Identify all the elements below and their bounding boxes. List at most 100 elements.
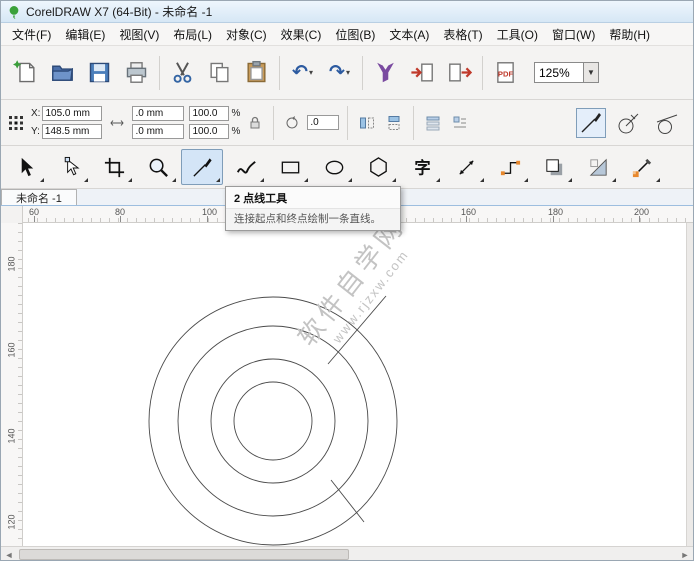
object-size-icon — [107, 107, 127, 139]
y-position-input[interactable] — [41, 124, 102, 139]
new-document-icon — [13, 60, 38, 85]
drop-shadow-tool[interactable] — [533, 149, 575, 185]
scroll-right-arrow[interactable]: ► — [677, 547, 693, 560]
ellipse-tool[interactable] — [313, 149, 355, 185]
zoom-dropdown-button[interactable]: ▼ — [584, 62, 599, 83]
scrollbar-thumb[interactable] — [19, 549, 349, 560]
save-icon — [87, 60, 112, 85]
menu-file[interactable]: 文件(F) — [5, 23, 58, 46]
lock-ratio-button[interactable] — [245, 107, 265, 139]
redo-icon: ↷ — [329, 62, 345, 83]
import-button[interactable] — [404, 54, 441, 92]
open-button[interactable] — [44, 54, 81, 92]
v-ruler-number: 180 — [6, 256, 17, 272]
h-ruler-tick — [207, 216, 208, 222]
canvas[interactable]: 软件自学网 www.rjzxw.com — [23, 223, 686, 546]
undo-button[interactable]: ↶ ▾ — [284, 54, 321, 92]
redo-button[interactable]: ↷ ▾ — [321, 54, 358, 92]
launcher-icon — [373, 60, 398, 85]
zoom-tool[interactable] — [137, 149, 179, 185]
crop-tool[interactable] — [93, 149, 135, 185]
wrap-options-icon[interactable] — [449, 112, 471, 134]
drawn-circle[interactable] — [233, 381, 313, 461]
transparency-tool[interactable] — [577, 149, 619, 185]
launcher-button[interactable] — [367, 54, 404, 92]
tooltip-title: 2 点线工具 — [226, 187, 400, 209]
zoom-level-input[interactable] — [534, 62, 584, 83]
menu-effects[interactable]: 效果(C) — [274, 23, 329, 46]
open-icon — [50, 60, 75, 85]
two-point-line-tool[interactable] — [181, 149, 223, 185]
document-tab[interactable]: 未命名 -1 — [1, 189, 77, 205]
snap-options-icon[interactable] — [422, 112, 444, 134]
import-icon — [410, 60, 435, 85]
ruler-origin-corner[interactable] — [1, 206, 23, 223]
undo-icon: ↶ — [292, 62, 308, 83]
drawn-line[interactable] — [330, 479, 365, 523]
save-button[interactable] — [81, 54, 118, 92]
menu-window[interactable]: 窗口(W) — [545, 23, 602, 46]
menu-text[interactable]: 文本(A) — [382, 23, 436, 46]
shape-tool[interactable] — [49, 149, 91, 185]
menu-tools[interactable]: 工具(O) — [490, 23, 545, 46]
menu-help[interactable]: 帮助(H) — [602, 23, 657, 46]
tangent-line-mode-button[interactable] — [652, 108, 682, 138]
title-bar: CorelDRAW X7 (64-Bit) - 未命名 -1 — [1, 1, 693, 23]
mirror-horizontal-button[interactable] — [356, 112, 378, 134]
undo-dropdown-caret[interactable]: ▾ — [309, 68, 313, 77]
object-height-input[interactable] — [132, 124, 185, 139]
menu-bitmaps[interactable]: 位图(B) — [328, 23, 382, 46]
two-point-line-mode-button[interactable] — [576, 107, 606, 138]
menu-layout[interactable]: 布局(L) — [166, 23, 219, 46]
dimension-tool[interactable] — [445, 149, 487, 185]
print-icon — [124, 60, 149, 85]
text-tool[interactable]: 字 — [401, 149, 443, 185]
perpendicular-line-mode-button[interactable] — [614, 108, 644, 138]
toolbar-separator — [362, 55, 363, 90]
menu-bar: 文件(F) 编辑(E) 视图(V) 布局(L) 对象(C) 效果(C) 位图(B) 文本(A)… — [1, 23, 693, 46]
vertical-ruler[interactable]: 180 160 140 120 — [1, 223, 23, 546]
separator — [413, 105, 415, 140]
drawn-circle[interactable] — [210, 358, 336, 484]
shape-icon — [59, 156, 82, 179]
h-ruler-tick — [120, 216, 121, 222]
v-ruler-number: 120 — [6, 514, 17, 530]
menu-object[interactable]: 对象(C) — [219, 23, 274, 46]
cut-button[interactable] — [164, 54, 201, 92]
drawn-circle[interactable] — [148, 296, 398, 546]
pick-tool[interactable] — [5, 149, 47, 185]
document-tab-label: 未命名 -1 — [16, 192, 62, 205]
object-width-input[interactable] — [132, 106, 185, 121]
artistic-media-tool[interactable] — [225, 149, 267, 185]
separator — [273, 105, 275, 140]
menu-view[interactable]: 视图(V) — [112, 23, 166, 46]
pdf-button[interactable]: PDF — [487, 54, 524, 92]
mirror-vertical-button[interactable] — [383, 112, 405, 134]
line-mode-group — [576, 107, 688, 138]
redo-dropdown-caret[interactable]: ▾ — [346, 68, 350, 77]
x-position-input[interactable] — [42, 106, 103, 121]
polygon-tool[interactable] — [357, 149, 399, 185]
scale-x-input[interactable] — [189, 106, 230, 121]
new-document-button[interactable] — [7, 54, 44, 92]
menu-table[interactable]: 表格(T) — [436, 23, 489, 46]
drawn-circle[interactable] — [177, 325, 369, 517]
copy-button[interactable] — [201, 54, 238, 92]
horizontal-scrollbar[interactable]: ◄ ► — [1, 546, 693, 560]
color-eyedropper-tool[interactable] — [621, 149, 663, 185]
rectangle-tool[interactable] — [269, 149, 311, 185]
scroll-left-arrow[interactable]: ◄ — [1, 547, 17, 560]
paste-button[interactable] — [238, 54, 275, 92]
zoom-level-combo: ▼ — [534, 62, 599, 83]
connector-tool[interactable] — [489, 149, 531, 185]
menu-edit[interactable]: 编辑(E) — [58, 23, 112, 46]
vertical-scrollbar[interactable] — [686, 223, 693, 546]
tooltip-description: 连接起点和终点绘制一条直线。 — [226, 209, 400, 230]
scale-y-input[interactable] — [189, 124, 230, 139]
drawing-layer — [148, 295, 398, 546]
export-button[interactable] — [441, 54, 478, 92]
h-ruler-tick — [553, 216, 554, 222]
print-button[interactable] — [118, 54, 155, 92]
rotation-angle-input[interactable] — [307, 115, 340, 130]
tool-tooltip: 2 点线工具 连接起点和终点绘制一条直线。 — [225, 186, 401, 231]
